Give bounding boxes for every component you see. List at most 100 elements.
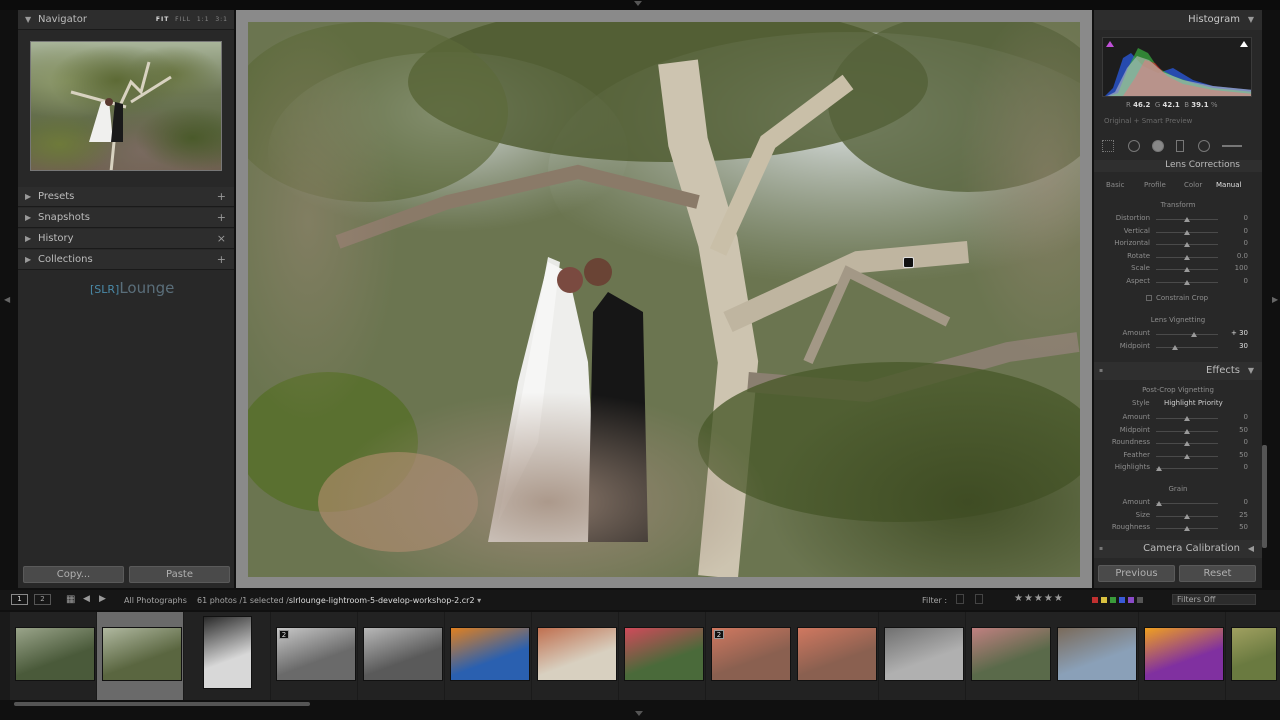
grain-roughness-value[interactable]: 50 — [1222, 523, 1248, 531]
monitor-2-button[interactable]: 2 — [34, 594, 51, 605]
no-label-filter[interactable] — [1137, 597, 1143, 603]
top-panel-toggle-icon[interactable] — [634, 1, 642, 6]
reset-button[interactable]: Reset — [1179, 565, 1256, 582]
grain-amount-slider[interactable] — [1156, 503, 1218, 504]
zoom-fill[interactable]: FILL — [175, 16, 191, 23]
bottom-panel-toggle-icon[interactable] — [635, 711, 643, 716]
collections-header[interactable]: ▶ Collections + — [18, 250, 234, 270]
filmstrip-cell[interactable] — [532, 612, 618, 700]
style-dropdown[interactable]: Highlight Priority — [1164, 399, 1223, 407]
right-panel-toggle-icon[interactable]: ▶ — [1272, 295, 1278, 304]
filmstrip-thumbnail[interactable] — [203, 616, 252, 689]
red-eye-icon[interactable] — [1176, 140, 1184, 152]
shadow-clipping-icon[interactable] — [1106, 41, 1114, 47]
filmstrip-cell[interactable] — [1226, 612, 1280, 700]
tab-basic[interactable]: Basic — [1106, 181, 1125, 189]
tab-manual[interactable]: Manual — [1216, 181, 1241, 189]
filmstrip-thumbnail[interactable] — [971, 627, 1051, 681]
grain-amount-slider-thumb[interactable] — [1156, 501, 1163, 506]
filmstrip-thumbnail[interactable] — [363, 627, 443, 681]
filmstrip-thumbnail[interactable] — [624, 627, 704, 681]
main-photo[interactable] — [248, 22, 1080, 577]
zoom-3-1[interactable]: 3:1 — [215, 16, 228, 23]
history-header[interactable]: ▶ History × — [18, 229, 234, 249]
filmstrip-thumbnail[interactable] — [1144, 627, 1224, 681]
transform-horizontal-value[interactable]: 0 — [1222, 239, 1248, 247]
vignetting-midpoint-slider[interactable] — [1156, 346, 1218, 348]
filmstrip-cell[interactable] — [619, 612, 705, 700]
previous-button[interactable]: Previous — [1098, 565, 1175, 582]
adjustment-brush-icon[interactable] — [1222, 145, 1242, 147]
post-crop-roundness-value[interactable]: 0 — [1222, 438, 1248, 446]
add-snapshot-icon[interactable]: + — [217, 208, 226, 228]
vignetting-amount-slider[interactable] — [1156, 334, 1218, 335]
filmstrip-thumbnail[interactable] — [450, 627, 530, 681]
grid-overlay-icon[interactable] — [1102, 140, 1114, 152]
add-collection-icon[interactable]: + — [217, 250, 226, 270]
reject-filter-icon[interactable] — [975, 594, 983, 604]
filmstrip-thumbnail[interactable] — [884, 627, 964, 681]
histogram[interactable] — [1102, 37, 1252, 97]
post-crop-midpoint-slider-thumb[interactable] — [1184, 428, 1190, 434]
transform-horizontal-slider-thumb[interactable] — [1184, 242, 1190, 248]
filmstrip-thumbnail[interactable] — [1057, 627, 1137, 681]
zoom-fit[interactable]: FIT — [156, 16, 169, 23]
presets-header[interactable]: ▶ Presets + — [18, 187, 234, 207]
blue-label-filter[interactable] — [1119, 597, 1125, 603]
rating-filter[interactable]: ★★★★★ — [1014, 593, 1064, 604]
collapse-triangle-icon[interactable]: ▼ — [1248, 362, 1254, 380]
stack-count-badge[interactable]: 2 — [279, 630, 289, 639]
filmstrip-thumbnail[interactable] — [1231, 627, 1277, 681]
filmstrip-cell[interactable] — [358, 612, 444, 700]
post-crop-midpoint-value[interactable]: 50 — [1222, 426, 1248, 434]
filmstrip-thumbnail[interactable] — [797, 627, 877, 681]
post-crop-feather-slider-thumb[interactable] — [1184, 453, 1190, 459]
filmstrip-cell[interactable]: 2 — [271, 612, 357, 700]
post-crop-feather-value[interactable]: 50 — [1222, 451, 1248, 459]
forward-arrow-icon[interactable]: ▶ — [99, 594, 106, 604]
transform-rotate-value[interactable]: 0.0 — [1222, 252, 1248, 260]
highlight-clipping-icon[interactable] — [1240, 41, 1248, 47]
monitor-1-button[interactable]: 1 — [11, 594, 28, 605]
navigator-header[interactable]: ▼ Navigator FIT FILL 1:1 3:1 — [18, 10, 234, 30]
histogram-header[interactable]: Histogram ▼ — [1094, 10, 1262, 30]
right-panel-scrollbar[interactable] — [1262, 445, 1267, 548]
filmstrip-cell[interactable] — [97, 612, 183, 700]
tab-profile[interactable]: Profile — [1144, 181, 1166, 189]
grain-roughness-slider-thumb[interactable] — [1184, 526, 1190, 532]
flag-filter-icon[interactable] — [956, 594, 964, 604]
camera-calibration-header[interactable]: ▪ Camera Calibration ◀ — [1094, 540, 1262, 558]
transform-vertical-slider-thumb[interactable] — [1184, 229, 1190, 235]
paste-button[interactable]: Paste — [129, 566, 230, 583]
collapse-triangle-icon[interactable]: ▼ — [1248, 10, 1254, 30]
grain-size-value[interactable]: 25 — [1222, 511, 1248, 519]
filmstrip-cell[interactable] — [1139, 612, 1225, 700]
spot-removal-icon[interactable] — [1152, 140, 1164, 152]
clear-history-icon[interactable]: × — [217, 229, 226, 249]
effects-header[interactable]: ▪ Effects ▼ — [1094, 362, 1262, 380]
copy-button[interactable]: Copy... — [23, 566, 124, 583]
transform-distortion-value[interactable]: 0 — [1222, 214, 1248, 222]
filmstrip-cell[interactable] — [10, 612, 96, 700]
filmstrip-cell[interactable] — [1052, 612, 1138, 700]
expand-triangle-icon[interactable]: ◀ — [1248, 540, 1254, 558]
grid-view-icon[interactable]: ▦ — [66, 594, 75, 605]
post-crop-amount-value[interactable]: 0 — [1222, 413, 1248, 421]
filmstrip-cell[interactable]: 2 — [706, 612, 792, 700]
add-preset-icon[interactable]: + — [217, 187, 226, 207]
zoom-1-1[interactable]: 1:1 — [197, 16, 210, 23]
filmstrip-cell[interactable] — [445, 612, 531, 700]
constrain-crop-checkbox[interactable] — [1146, 295, 1152, 301]
panel-switch-icon[interactable]: ▪ — [1099, 540, 1103, 558]
source-label[interactable]: All Photographs — [124, 596, 187, 605]
lens-corrections-header[interactable]: Lens Corrections — [1094, 160, 1262, 172]
selection-info[interactable]: 61 photos /1 selected /slrlounge-lightro… — [197, 596, 481, 605]
purple-label-filter[interactable] — [1128, 597, 1134, 603]
filmstrip-cell[interactable] — [879, 612, 965, 700]
grain-amount-value[interactable]: 0 — [1222, 498, 1248, 506]
crop-overlay-icon[interactable] — [1128, 140, 1140, 152]
red-label-filter[interactable] — [1092, 597, 1098, 603]
vignetting-amount-slider-thumb[interactable] — [1191, 332, 1198, 337]
smart-preview-status[interactable]: Original + Smart Preview — [1104, 117, 1192, 125]
transform-scale-slider-thumb[interactable] — [1184, 267, 1190, 273]
